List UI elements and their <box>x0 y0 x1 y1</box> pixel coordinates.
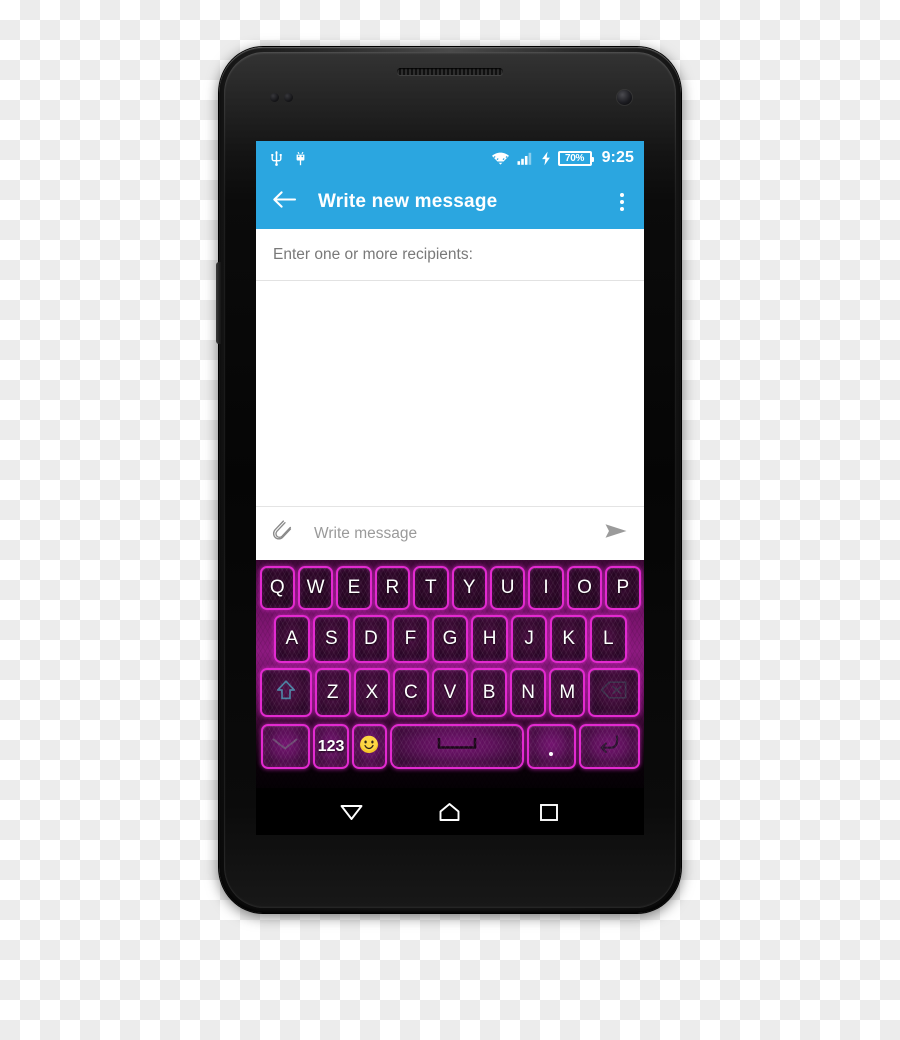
period-dot <box>549 751 554 756</box>
app-bar: Write new message <box>256 175 644 229</box>
chevron-down-icon <box>270 735 300 759</box>
back-arrow-icon[interactable] <box>272 189 297 215</box>
cellular-signal-icon <box>517 151 534 166</box>
nav-back-button[interactable] <box>328 792 374 832</box>
battery-status-badge: 70% <box>557 150 594 166</box>
nav-home-button[interactable] <box>427 792 473 832</box>
nav-recents-button[interactable] <box>526 792 572 832</box>
status-bar-clock: 9:25 <box>601 149 634 166</box>
smiley-face-icon <box>357 732 381 762</box>
period-key[interactable] <box>527 724 576 769</box>
key-f[interactable]: F <box>392 615 429 663</box>
key-a[interactable]: A <box>273 615 311 663</box>
status-bar: 70% 9:25 <box>256 141 644 175</box>
space-key[interactable] <box>389 724 525 769</box>
wifi-icon <box>491 151 510 166</box>
shift-arrow-icon <box>275 678 297 708</box>
key-q[interactable]: Q <box>259 566 295 610</box>
compose-bar: Write message <box>256 506 644 560</box>
enter-key[interactable] <box>578 724 640 769</box>
front-camera <box>617 90 632 105</box>
hide-keyboard-key[interactable] <box>260 724 311 769</box>
message-compose-area: Enter one or more recipients: Write mess… <box>256 229 644 560</box>
usb-icon <box>270 150 283 166</box>
system-navigation-bar <box>256 788 644 835</box>
compose-input-placeholder[interactable]: Write message <box>314 525 604 543</box>
key-p[interactable]: P <box>605 566 641 610</box>
key-s[interactable]: S <box>313 615 350 663</box>
send-arrow-icon[interactable] <box>604 521 628 546</box>
key-m[interactable]: M <box>549 668 586 717</box>
key-y[interactable]: Y <box>451 566 487 610</box>
return-arrow-icon <box>593 733 625 761</box>
key-l[interactable]: L <box>590 615 627 663</box>
power-button[interactable] <box>216 262 221 344</box>
spacebar-icon <box>437 736 477 758</box>
overflow-menu-icon[interactable] <box>614 188 630 216</box>
key-i[interactable]: I <box>528 566 564 610</box>
light-sensor <box>284 93 293 102</box>
recipients-placeholder: Enter one or more recipients: <box>273 245 473 263</box>
key-g[interactable]: G <box>431 615 469 663</box>
key-c[interactable]: C <box>392 668 429 717</box>
key-z[interactable]: Z <box>314 668 351 717</box>
phone-screen: 70% 9:25 Write new message Enter one or … <box>256 141 644 835</box>
key-w[interactable]: W <box>297 566 334 610</box>
key-x[interactable]: X <box>353 668 390 717</box>
numeric-mode-key[interactable]: 123 <box>313 724 349 769</box>
backspace-icon <box>600 680 628 706</box>
key-o[interactable]: O <box>566 566 603 610</box>
proximity-sensor <box>270 93 279 102</box>
key-v[interactable]: V <box>431 668 469 717</box>
status-bar-right-icons: 70% 9:25 <box>491 149 634 167</box>
key-t[interactable]: T <box>413 566 449 610</box>
page-title: Write new message <box>318 191 498 212</box>
keyboard-row-4: 123 <box>256 719 644 775</box>
key-j[interactable]: J <box>510 615 548 663</box>
virtual-keyboard: Q W E R T Y U I O P A S D F G H J K L Z … <box>256 560 644 788</box>
shift-key[interactable] <box>259 668 312 717</box>
backspace-key[interactable] <box>588 668 641 717</box>
android-debug-icon <box>294 150 307 166</box>
emoji-key[interactable] <box>351 724 387 769</box>
recipients-field[interactable]: Enter one or more recipients: <box>256 229 644 281</box>
paperclip-icon[interactable] <box>272 519 294 548</box>
key-e[interactable]: E <box>336 566 372 610</box>
earpiece-speaker <box>397 68 503 75</box>
keyboard-row-3: Z X C V B N M <box>256 665 644 719</box>
key-h[interactable]: H <box>471 615 508 663</box>
status-bar-left-icons <box>270 150 491 166</box>
key-r[interactable]: R <box>374 566 411 610</box>
key-u[interactable]: U <box>489 566 526 610</box>
keyboard-row-1: Q W E R T Y U I O P <box>256 560 644 612</box>
key-b[interactable]: B <box>471 668 508 717</box>
key-k[interactable]: K <box>550 615 587 663</box>
keyboard-row-2: A S D F G H J K L <box>256 612 644 665</box>
key-d[interactable]: D <box>352 615 390 663</box>
charging-bolt-icon <box>541 151 551 166</box>
key-n[interactable]: N <box>510 668 547 717</box>
